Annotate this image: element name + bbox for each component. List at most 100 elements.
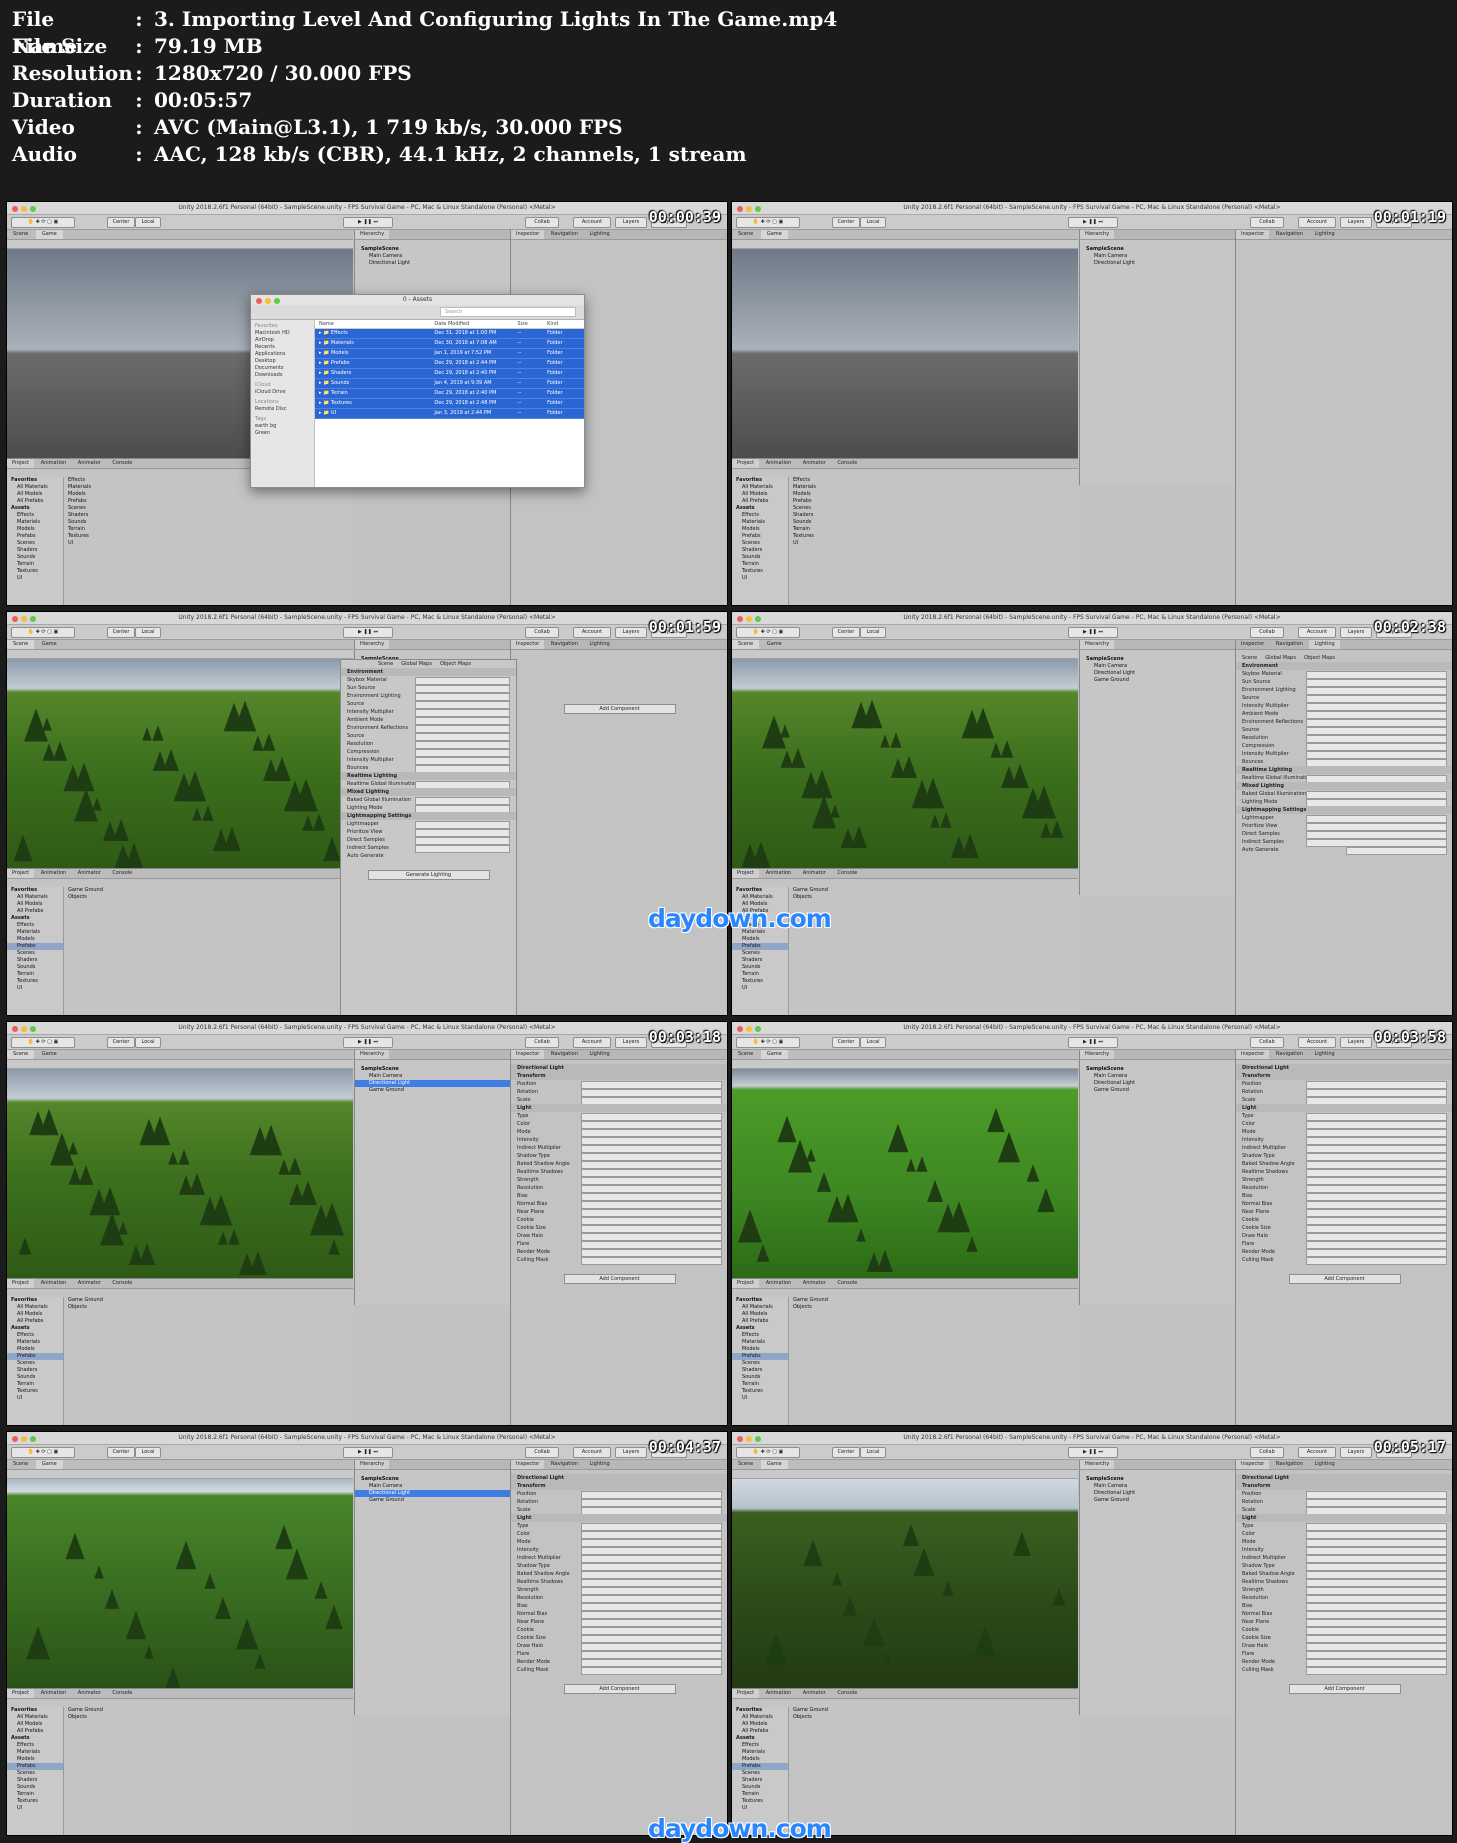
folder-item[interactable]: Terrain [7, 1791, 63, 1798]
finder-sidebar-item[interactable]: Applications [251, 351, 314, 358]
hierarchy-item[interactable]: Main Camera [1080, 663, 1235, 670]
folder-item[interactable]: Textures [732, 978, 788, 985]
hierarchy-item[interactable]: Game Ground [1080, 1497, 1235, 1504]
folder-item[interactable]: Shaders [7, 957, 63, 964]
inspector-property[interactable]: Light [511, 1104, 727, 1112]
project-assets-root[interactable]: Assets [732, 1325, 788, 1332]
collab-button[interactable]: Collab [1250, 627, 1284, 638]
play-controls[interactable]: ▶ ❚❚ ⏭ [1068, 217, 1118, 228]
finder-sidebar-item[interactable]: Documents [251, 365, 314, 372]
asset-folder[interactable]: Sounds [64, 519, 353, 526]
tab-inspector[interactable]: Inspector [511, 230, 545, 239]
hierarchy-scene[interactable]: SampleScene [1080, 246, 1235, 253]
folder-item[interactable]: Effects [732, 1332, 788, 1339]
prefab-item[interactable]: Objects [64, 894, 353, 901]
collab-button[interactable]: Collab [525, 1037, 559, 1048]
account-button[interactable]: Account [573, 1037, 611, 1048]
tab-hierarchy[interactable]: Hierarchy [355, 640, 390, 649]
hierarchy-item[interactable]: Game Ground [1080, 1087, 1235, 1094]
scene-viewport[interactable] [732, 249, 1078, 458]
hierarchy-item[interactable]: Directional Light [355, 1080, 510, 1087]
favorite-item[interactable]: All Materials [7, 1714, 63, 1721]
favorite-item[interactable]: All Prefabs [7, 908, 63, 915]
folder-item[interactable]: Models [7, 526, 63, 533]
folder-item[interactable]: Sounds [7, 1784, 63, 1791]
pivot-local-button[interactable]: Local [135, 627, 161, 638]
folder-item[interactable]: Prefabs [732, 1763, 788, 1770]
favorite-item[interactable]: All Materials [7, 1304, 63, 1311]
tab-lighting[interactable]: Lighting [584, 1050, 614, 1059]
folder-item[interactable]: Shaders [732, 1367, 788, 1374]
folder-item[interactable]: UI [7, 575, 63, 582]
tab-console[interactable]: Console [107, 869, 137, 878]
inspector-object-name[interactable]: Directional Light [511, 1064, 727, 1072]
pivot-center-button[interactable]: Center [107, 217, 135, 228]
hierarchy-item[interactable]: Directional Light [1080, 670, 1235, 677]
tab-animation[interactable]: Animation [761, 459, 797, 468]
folder-item[interactable]: Sounds [732, 964, 788, 971]
tab-game[interactable]: Game [760, 230, 788, 239]
tab-scene[interactable]: Scene [7, 1050, 35, 1059]
folder-item[interactable]: UI [732, 985, 788, 992]
prefab-item[interactable]: Objects [64, 1714, 353, 1721]
hierarchy-item[interactable]: Main Camera [355, 1073, 510, 1080]
pivot-center-button[interactable]: Center [107, 627, 135, 638]
folder-item[interactable]: Terrain [7, 1381, 63, 1388]
view-options-bar[interactable] [7, 1470, 353, 1479]
finder-sidebar-item[interactable]: iCloud Drive [251, 389, 314, 396]
layers-button[interactable]: Layers [615, 1447, 647, 1458]
tab-lighting[interactable]: Lighting [1309, 640, 1340, 649]
folder-item[interactable]: UI [732, 575, 788, 582]
finder-search-input[interactable]: Search [440, 307, 576, 317]
finder-sidebar-item[interactable]: Macintosh HD [251, 330, 314, 337]
property-field[interactable] [1306, 1667, 1447, 1675]
folder-item[interactable]: Materials [7, 1339, 63, 1346]
pivot-center-button[interactable]: Center [832, 1447, 860, 1458]
project-favorites[interactable]: Favorites [7, 1297, 63, 1304]
folder-item[interactable]: Materials [732, 1749, 788, 1756]
account-button[interactable]: Account [573, 217, 611, 228]
favorite-item[interactable]: All Prefabs [732, 1318, 788, 1325]
layers-button[interactable]: Layers [615, 1037, 647, 1048]
finder-row[interactable]: ▸ 📁 Terrain Dec 29, 2018 at 2:40 PM -- F… [315, 389, 584, 399]
folder-item[interactable]: Sounds [7, 554, 63, 561]
favorite-item[interactable]: All Materials [732, 484, 788, 491]
inspector-property[interactable]: Transform [1236, 1482, 1452, 1490]
tab-inspector[interactable]: Inspector [1236, 640, 1269, 649]
tab-navigation[interactable]: Navigation [1271, 1460, 1308, 1469]
finder-row[interactable]: ▸ 📁 Shaders Dec 29, 2018 at 2:40 PM -- F… [315, 369, 584, 379]
folder-item[interactable]: UI [732, 1805, 788, 1812]
folder-item[interactable]: Models [7, 936, 63, 943]
inspector-property[interactable]: Transform [511, 1482, 727, 1490]
account-button[interactable]: Account [1298, 1037, 1336, 1048]
prefab-item[interactable]: Objects [789, 1304, 1078, 1311]
tab-inspector[interactable]: Inspector [511, 640, 545, 649]
hierarchy-scene[interactable]: SampleScene [355, 246, 510, 253]
play-controls[interactable]: ▶ ❚❚ ⏭ [1068, 1037, 1118, 1048]
favorite-item[interactable]: All Prefabs [7, 1318, 63, 1325]
tab-inspector[interactable]: Inspector [511, 1460, 545, 1469]
project-favorites[interactable]: Favorites [732, 1707, 788, 1714]
folder-item[interactable]: Shaders [7, 1777, 63, 1784]
project-assets-root[interactable]: Assets [7, 1735, 63, 1742]
folder-item[interactable]: Textures [732, 568, 788, 575]
tab-console[interactable]: Console [832, 1689, 862, 1698]
layers-button[interactable]: Layers [1340, 217, 1372, 228]
hierarchy-item[interactable]: Main Camera [355, 1483, 510, 1490]
account-button[interactable]: Account [573, 627, 611, 638]
folder-item[interactable]: Shaders [7, 1367, 63, 1374]
inspector-property[interactable]: Transform [511, 1072, 727, 1080]
tab-navigation[interactable]: Navigation [546, 230, 583, 239]
generate-lighting-button[interactable]: Generate Lighting [367, 870, 490, 880]
layers-button[interactable]: Layers [1340, 1037, 1372, 1048]
tab-console[interactable]: Console [107, 1279, 137, 1288]
folder-item[interactable]: Effects [732, 512, 788, 519]
transform-tools[interactable]: ✋ ✚ ⟳ ▢ ▣ [11, 627, 75, 638]
folder-item[interactable]: Effects [732, 1742, 788, 1749]
add-component-button[interactable]: Add Component [563, 704, 676, 714]
folder-item[interactable]: Terrain [732, 1791, 788, 1798]
finder-sidebar-item[interactable]: Desktop [251, 358, 314, 365]
prefab-item[interactable]: Game Ground [64, 887, 353, 894]
tab-navigation[interactable]: Navigation [1271, 640, 1308, 649]
finder-sidebar-item[interactable]: Downloads [251, 372, 314, 379]
